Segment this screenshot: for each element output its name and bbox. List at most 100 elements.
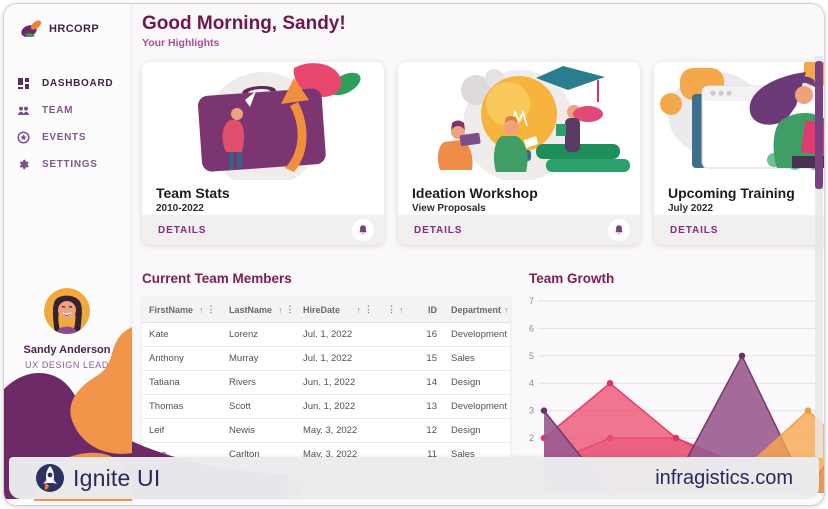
table-cell: May. 3, 2022 — [296, 425, 380, 436]
card-subtitle: July 2022 — [668, 203, 825, 214]
table-cell: Lorenz — [222, 329, 296, 340]
table-cell: Leif — [142, 425, 222, 436]
table-row[interactable]: TatianaRiversJun. 1, 202214Design — [142, 371, 510, 395]
card-ideation-workshop[interactable]: Ideation Workshop View Proposals DETAILS — [398, 62, 640, 245]
card-subtitle: View Proposals — [412, 203, 626, 214]
butterfly-logo-icon — [20, 18, 46, 40]
sidebar-item-label: TEAM — [42, 105, 73, 116]
sort-asc-icon[interactable]: ↑ — [199, 305, 204, 315]
column-menu-icon[interactable]: ⋮ — [286, 304, 295, 315]
avatar — [44, 288, 90, 334]
details-button[interactable]: DETAILS — [158, 225, 206, 236]
y-tick-label: 5 — [529, 351, 534, 361]
column-header-lastname[interactable]: LastName ↑ ⋮ — [222, 304, 296, 315]
table-cell: 15 — [380, 353, 444, 364]
y-tick-label: 7 — [529, 296, 534, 306]
card-title: Ideation Workshop — [412, 185, 626, 201]
table-cell: Anthony — [142, 353, 222, 364]
notification-bell-button[interactable] — [608, 219, 630, 241]
table-cell: Tatiana — [142, 377, 222, 388]
column-menu-icon[interactable]: ⋮ — [364, 304, 373, 315]
card-team-stats[interactable]: Team Stats 2010-2022 DETAILS — [142, 62, 384, 245]
team-members-grid: FirstName ↑ ⋮ LastName ↑ ⋮ HireDate ↑ ⋮ … — [142, 297, 510, 467]
column-header-hiredate[interactable]: HireDate ↑ ⋮ — [296, 304, 380, 315]
sidebar-item-events[interactable]: EVENTS — [4, 124, 130, 151]
table-cell: Kate — [142, 329, 222, 340]
sidebar-item-dashboard[interactable]: DASHBOARD — [4, 70, 130, 97]
card-title: Team Stats — [156, 185, 370, 201]
scrollbar-thumb[interactable] — [815, 61, 823, 189]
video-call-presenter-illustration — [654, 62, 825, 180]
table-cell: 16 — [380, 329, 444, 340]
details-button[interactable]: DETAILS — [414, 225, 462, 236]
sidebar-item-label: SETTINGS — [42, 159, 98, 170]
chart-marker — [673, 435, 679, 441]
card-footer: DETAILS — [398, 215, 640, 245]
column-label: Department — [451, 305, 501, 315]
card-subtitle: 2010-2022 — [156, 203, 370, 214]
sort-asc-icon[interactable]: ↑ — [504, 305, 509, 315]
table-cell: Jun. 1, 2022 — [296, 377, 380, 388]
table-row[interactable]: KateLorenzJul. 1, 202216Development — [142, 323, 510, 347]
dashboard-grid-icon — [17, 77, 30, 90]
chart-marker — [607, 380, 613, 386]
column-label: FirstName — [149, 305, 193, 315]
sidebar-nav: DASHBOARD TEAM EVENTS SET — [4, 70, 130, 178]
table-cell: Development — [444, 401, 510, 412]
table-row[interactable]: LeifNewisMay. 3, 202212Design — [142, 419, 510, 443]
details-button[interactable]: DETAILS — [670, 225, 718, 236]
sort-asc-icon[interactable]: ↑ — [399, 305, 404, 315]
page-subtitle: Your Highlights — [142, 37, 219, 49]
chart-marker — [739, 353, 745, 359]
table-section-title: Current Team Members — [142, 271, 292, 286]
sidebar-item-settings[interactable]: SETTINGS — [4, 151, 130, 178]
events-star-icon — [17, 131, 30, 144]
y-tick-label: 6 — [529, 323, 534, 333]
card-footer: DETAILS — [654, 215, 825, 245]
table-cell: Design — [444, 425, 510, 436]
screenshot-stage: HRCORP DASHBOARD TEAM — [0, 0, 828, 509]
brand-name: HRCORP — [49, 23, 99, 35]
column-menu-icon[interactable]: ⋮ — [387, 304, 396, 315]
table-cell: 13 — [380, 401, 444, 412]
notification-bell-button[interactable] — [352, 219, 374, 241]
ignite-ui-wordmark: Ignite UI — [73, 465, 160, 492]
column-label: ID — [428, 305, 437, 315]
column-header-department[interactable]: Department ↑ — [444, 305, 510, 315]
profile-role: UX DESIGN LEAD — [4, 360, 130, 370]
sidebar-item-label: EVENTS — [42, 132, 86, 143]
table-header-row: FirstName ↑ ⋮ LastName ↑ ⋮ HireDate ↑ ⋮ … — [142, 297, 510, 323]
page-title: Good Morning, Sandy! — [142, 13, 346, 35]
table-row[interactable]: AnthonyMurrayJul. 1, 202215Sales — [142, 347, 510, 371]
table-cell: 12 — [380, 425, 444, 436]
y-tick-label: 3 — [529, 406, 534, 416]
sort-asc-icon[interactable]: ↑ — [357, 305, 362, 315]
vertical-scrollbar[interactable] — [815, 56, 823, 458]
chart-marker — [541, 407, 547, 413]
team-people-icon — [17, 104, 30, 117]
column-header-id[interactable]: ⋮ ↑ ID — [380, 304, 444, 315]
lightbulb-team-illustration — [398, 62, 640, 180]
table-cell: Jul. 1, 2022 — [296, 353, 380, 364]
table-row[interactable]: ThomasScottJun. 1, 202213Development — [142, 395, 510, 419]
table-cell: Jul. 1, 2022 — [296, 329, 380, 340]
chart-section-title: Team Growth — [529, 271, 614, 286]
table-cell: Design — [444, 377, 510, 388]
sidebar-item-team[interactable]: TEAM — [4, 97, 130, 124]
sort-asc-icon[interactable]: ↑ — [278, 305, 283, 315]
table-cell: 14 — [380, 377, 444, 388]
hrcorp-logo: HRCORP — [20, 18, 99, 40]
team-table-body: KateLorenzJul. 1, 202216DevelopmentAntho… — [142, 323, 510, 467]
card-upcoming-training[interactable]: Upcoming Training July 2022 DETAILS — [654, 62, 825, 245]
table-cell: Sales — [444, 353, 510, 364]
column-header-firstname[interactable]: FirstName ↑ ⋮ — [142, 304, 222, 315]
table-cell: Murray — [222, 353, 296, 364]
app-window: HRCORP DASHBOARD TEAM — [3, 3, 825, 506]
column-label: HireDate — [303, 305, 340, 315]
y-tick-label: 4 — [529, 378, 534, 388]
profile-name: Sandy Anderson — [4, 344, 130, 356]
table-cell: Scott — [222, 401, 296, 412]
infragistics-link[interactable]: infragistics.com — [655, 467, 793, 490]
column-menu-icon[interactable]: ⋮ — [207, 304, 216, 315]
demo-footer-banner: Ignite UI infragistics.com — [9, 457, 819, 499]
